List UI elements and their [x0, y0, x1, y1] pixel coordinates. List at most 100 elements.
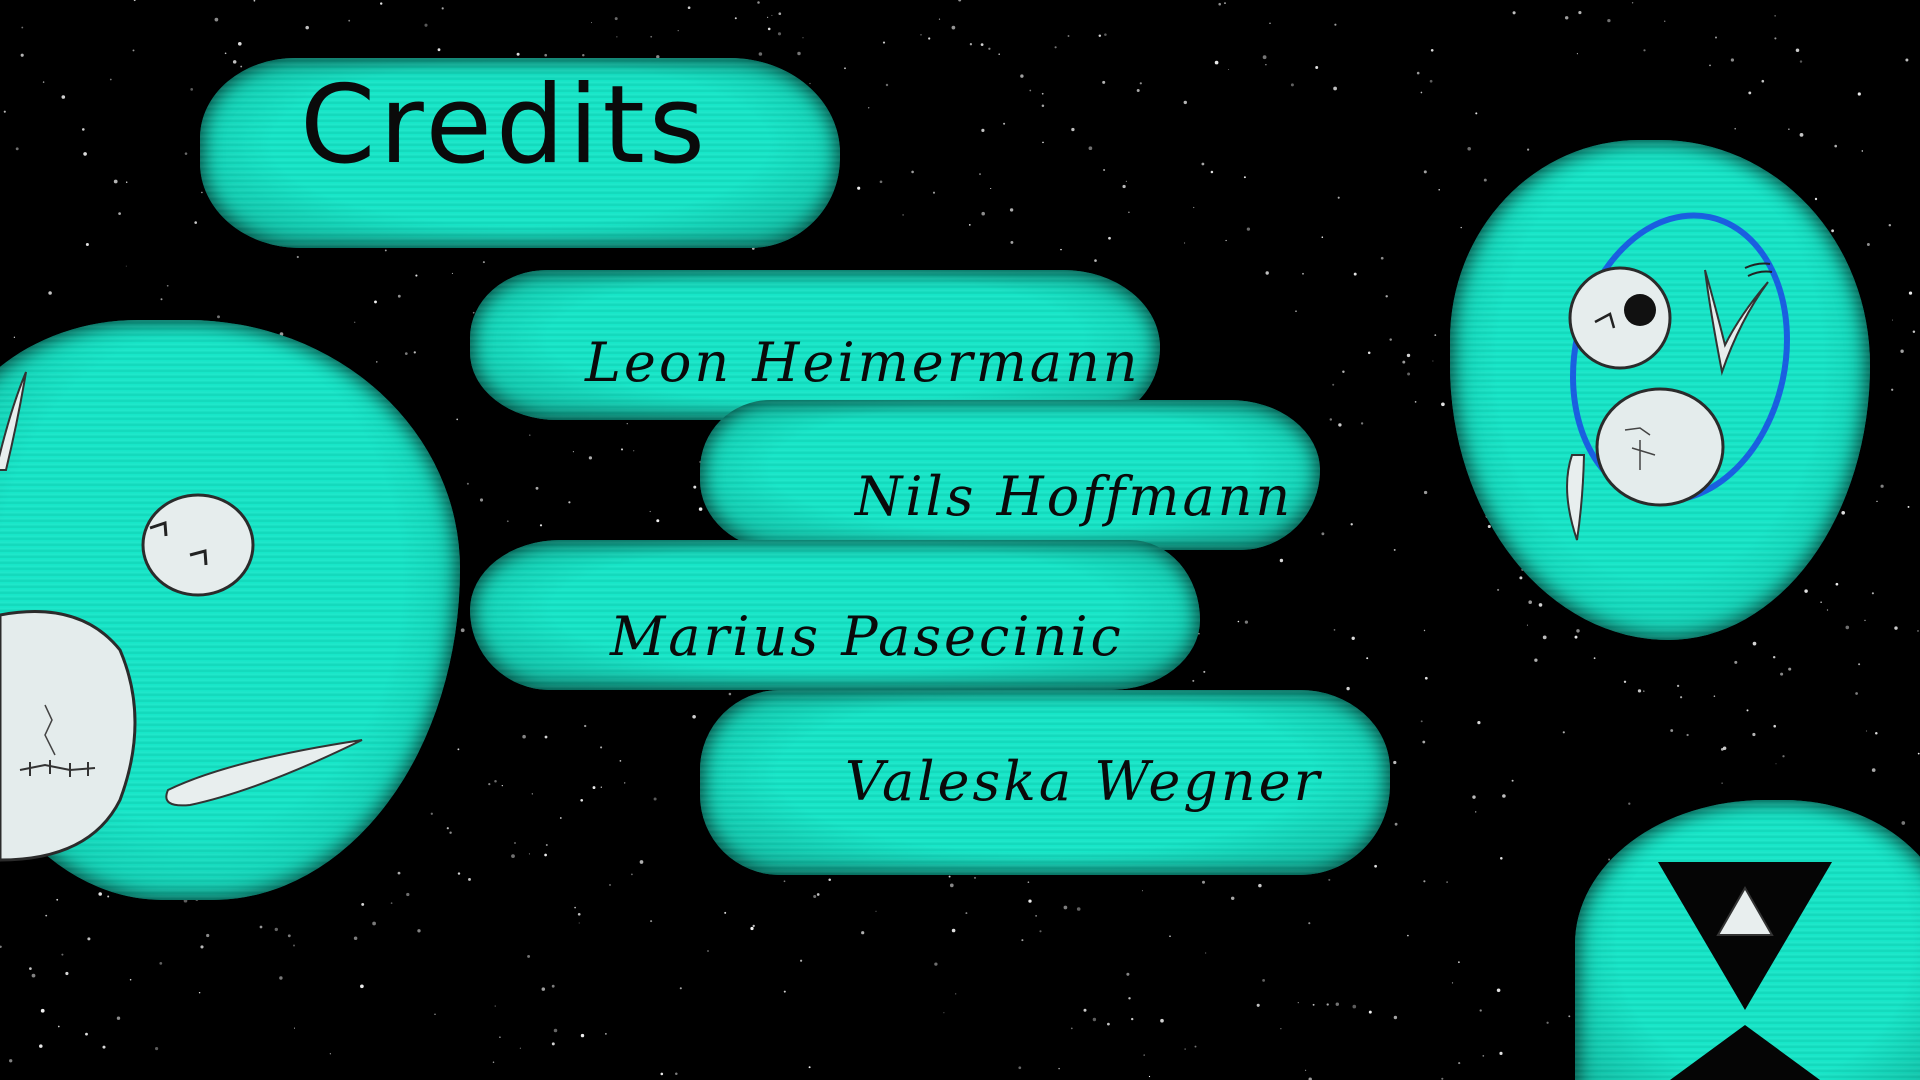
star — [600, 786, 602, 788]
star — [980, 43, 984, 46]
star — [1092, 1017, 1097, 1022]
star — [415, 274, 418, 277]
star — [1423, 490, 1428, 495]
star — [1826, 609, 1829, 611]
star — [1438, 189, 1440, 191]
star — [934, 962, 938, 966]
star — [107, 895, 110, 898]
star — [1148, 1075, 1151, 1078]
star — [1367, 351, 1371, 355]
star — [253, 0, 256, 2]
star — [1894, 626, 1898, 630]
star — [214, 17, 219, 22]
star — [20, 53, 24, 57]
star — [1342, 370, 1345, 374]
star — [1512, 11, 1516, 15]
star — [190, 88, 194, 91]
star — [1782, 755, 1785, 758]
star — [544, 853, 547, 857]
credit-name-4: Valeska Wegner — [845, 750, 1323, 813]
star — [1262, 55, 1267, 60]
star — [1761, 79, 1765, 83]
star — [1295, 310, 1297, 312]
star — [1908, 291, 1913, 295]
star — [1128, 211, 1130, 214]
star — [13, 336, 16, 338]
star — [1027, 881, 1030, 884]
star — [631, 873, 633, 876]
star — [1434, 334, 1437, 336]
star — [656, 519, 660, 523]
star — [750, 926, 754, 931]
star — [1441, 402, 1445, 407]
star — [482, 261, 485, 264]
star — [545, 843, 548, 847]
star — [217, 315, 220, 319]
star — [353, 936, 358, 940]
star — [1773, 724, 1776, 728]
star — [1820, 601, 1822, 603]
star — [578, 922, 580, 924]
star — [559, 817, 562, 819]
star — [1866, 243, 1870, 246]
star — [1430, 48, 1434, 52]
star — [1568, 1015, 1571, 1018]
star — [1228, 68, 1230, 71]
star — [1393, 1015, 1398, 1020]
star — [1542, 635, 1547, 640]
star — [1218, 2, 1221, 6]
star — [85, 1032, 88, 1036]
star — [1265, 63, 1267, 66]
star — [1243, 176, 1246, 179]
star — [116, 1016, 121, 1020]
star — [201, 191, 203, 194]
star — [506, 520, 509, 523]
star — [1483, 178, 1487, 182]
star — [1416, 71, 1420, 75]
star — [981, 211, 985, 216]
star — [1888, 223, 1892, 227]
star — [541, 987, 546, 991]
star — [31, 973, 36, 978]
star — [1202, 880, 1205, 884]
star — [511, 854, 515, 858]
star — [1780, 672, 1784, 676]
star — [1670, 729, 1674, 732]
star — [1527, 148, 1530, 151]
star — [1042, 141, 1044, 144]
star — [1010, 240, 1014, 244]
star — [1482, 1055, 1485, 1057]
star — [1210, 170, 1214, 174]
star — [1576, 53, 1578, 55]
star — [1546, 1021, 1549, 1024]
star — [446, 827, 449, 830]
star — [879, 180, 883, 184]
star — [687, 6, 691, 10]
star — [1098, 34, 1102, 38]
star — [1126, 972, 1130, 976]
star — [551, 984, 555, 988]
star — [1088, 146, 1093, 151]
star — [413, 351, 416, 354]
star — [949, 883, 954, 888]
star — [1256, 1003, 1260, 1007]
star — [1631, 2, 1634, 4]
credit-name-3: Marius Pasecinic — [610, 605, 1124, 668]
star — [1721, 782, 1723, 784]
star — [456, 418, 459, 421]
star — [102, 1045, 106, 1049]
star — [778, 12, 782, 16]
star — [1054, 46, 1057, 49]
back-button-blob[interactable] — [1575, 800, 1920, 1080]
star — [619, 760, 622, 762]
star — [1063, 905, 1068, 910]
star — [240, 65, 243, 68]
star — [902, 214, 904, 216]
star — [287, 934, 291, 938]
star — [522, 734, 526, 739]
star — [1194, 1045, 1197, 1048]
star — [1083, 1008, 1087, 1012]
star — [965, 912, 968, 915]
star — [42, 81, 45, 83]
star — [1423, 170, 1427, 174]
